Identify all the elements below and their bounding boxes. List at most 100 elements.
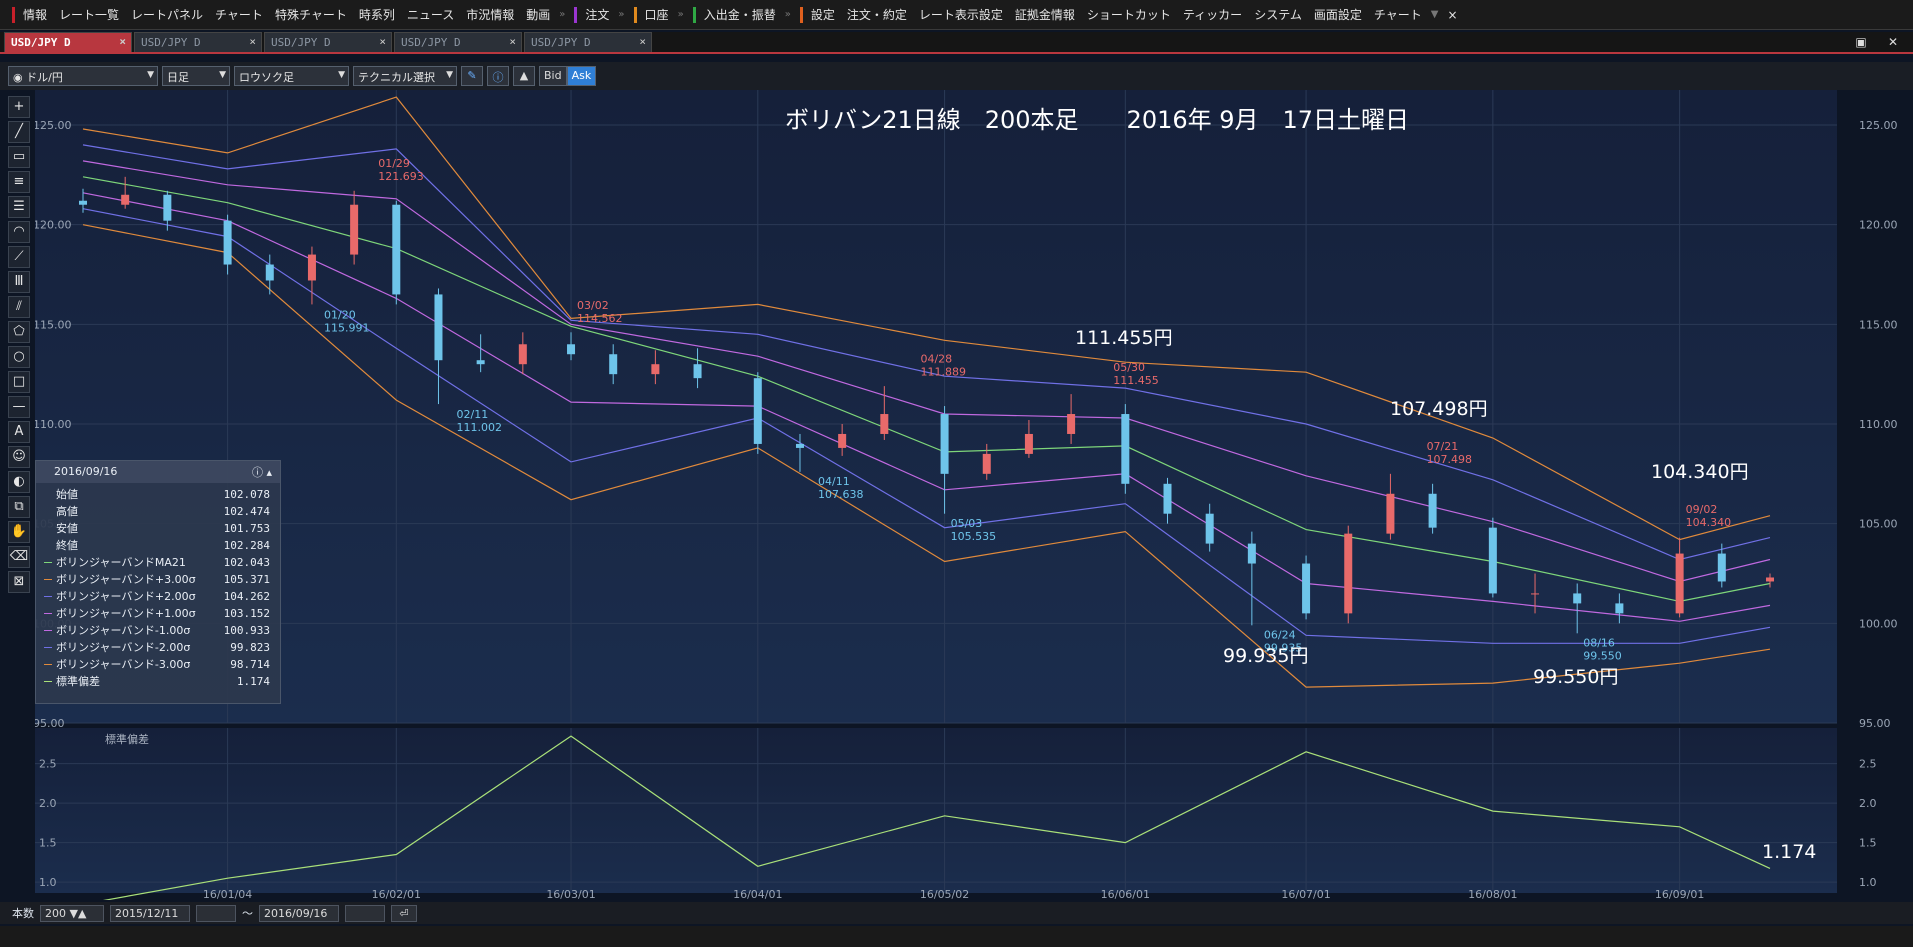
tab-chart-5[interactable]: USD/JPY D × [524,32,652,52]
channel-icon[interactable]: ⫽ [8,296,30,318]
menu-more-icon[interactable]: » [675,9,687,20]
fibonacci-lines-icon[interactable]: ☰ [8,196,30,218]
menu-account[interactable]: 口座 [639,0,675,29]
candle-body [838,433,847,448]
erase-all-icon[interactable]: ⊠ [8,571,30,593]
hand-icon[interactable]: ✋ [8,521,30,543]
pencil-icon[interactable]: ✎ [461,66,483,86]
technical-select[interactable]: テクニカル選択 [353,66,457,86]
ask-button[interactable]: Ask [566,66,597,86]
info-row-value: 100.933 [223,624,270,637]
bar-count-field[interactable]: 200 ▼▲ [40,904,104,922]
candle-body [223,220,232,265]
chart-type-select[interactable]: ロウソク足 [234,66,349,86]
candle-body [1302,563,1311,614]
menu-special-chart[interactable]: 特殊チャート [269,0,353,29]
menu-rate-panel[interactable]: レートパネル [125,0,209,29]
to-time-field[interactable] [345,904,385,922]
menu-screen-settings[interactable]: 画面設定 [1308,0,1368,29]
copy-icon[interactable]: ⧉ [8,496,30,518]
vertical-lines-icon[interactable]: Ⅲ [8,271,30,293]
menu-more-icon[interactable]: » [615,9,627,20]
chart-area[interactable]: 125.00 125.00 120.00 120.00 115.00 115.00 110.… [33,90,1907,905]
menu-system[interactable]: システム [1248,0,1308,29]
tab-chart-1[interactable]: USD/JPY D × [4,32,132,52]
menu-margin-info[interactable]: 証拠金情報 [1009,0,1081,29]
gann-fan-icon[interactable]: ⟋ [8,246,30,268]
from-date-field[interactable]: 2015/12/11 [110,904,190,922]
technical-value: テクニカル選択 [358,71,435,84]
menu-rate-list[interactable]: レート一覧 [53,0,125,29]
smiley-icon[interactable]: ☺ [8,446,30,468]
period-select[interactable]: 日足 [162,66,230,86]
close-icon[interactable]: × [639,35,646,48]
fan-icon[interactable]: ◠ [8,221,30,243]
menu-settings[interactable]: 設定 [805,0,841,29]
x-tick-label: 16/09/01 [1655,888,1704,900]
info-row-label: ボリンジャーバンド-1.00σ [44,622,210,639]
chevron-down-icon[interactable]: ▼ [70,907,78,920]
menu-chart[interactable]: チャート [209,0,269,29]
info-row: 高値 102.474 [36,503,280,520]
return-icon[interactable]: ⏎ [391,904,417,922]
close-icon[interactable]: × [379,35,386,48]
menu-more-icon[interactable]: » [556,9,568,20]
close-icon[interactable]: × [119,35,126,48]
horizontal-lines-icon[interactable]: ≡ [8,171,30,193]
tab-chart-2[interactable]: USD/JPY D × [134,32,262,52]
menu-shortcut[interactable]: ショートカット [1081,0,1177,29]
candle-body [1675,553,1684,614]
menu-order-execution[interactable]: 注文・約定 [841,0,913,29]
close-icon[interactable]: × [509,35,516,48]
eraser-icon[interactable]: ⌫ [8,546,30,568]
circle-icon[interactable]: ○ [8,346,30,368]
menu-video[interactable]: 動画 [520,0,556,29]
tab-chart-4[interactable]: USD/JPY D × [394,32,522,52]
y-tick-label-right: 115.00 [1859,318,1898,331]
area-chart-icon[interactable]: ▲ [513,66,535,86]
x-tick-label: 16/07/01 [1281,888,1330,900]
menu-info[interactable]: 情報 [17,0,53,29]
close-icon[interactable]: × [1441,0,1463,29]
menu-market-info[interactable]: 市況情報 [460,0,520,29]
rectangle-icon[interactable]: □ [8,371,30,393]
tab-chart-3[interactable]: USD/JPY D × [264,32,392,52]
y-tick-label-left: 125.00 [35,119,72,132]
candle-body [940,414,949,474]
menu-chart-settings[interactable]: チャート [1368,0,1428,29]
magnet-icon[interactable]: ◐ [8,471,30,493]
maximize-icon[interactable]: ▣ [1852,35,1870,50]
bid-button[interactable]: Bid [539,66,567,86]
chevron-down-icon[interactable]: ▼ [1428,9,1442,20]
crosshair-icon[interactable]: + [8,96,30,118]
horizontal-line-icon[interactable]: — [8,396,30,418]
trendline-icon[interactable]: ╱ [8,121,30,143]
status-bar [0,926,1913,947]
candle-body [265,264,274,281]
info-toggle-icon[interactable]: ⓘ ▴ [252,464,272,480]
close-icon[interactable]: ✕ [1884,35,1902,50]
menu-order[interactable]: 注文 [579,0,615,29]
ruler-icon[interactable]: ▭ [8,146,30,168]
from-time-field[interactable] [196,904,236,922]
annotation-date: 01/29 [378,157,410,170]
menu-news[interactable]: ニュース [401,0,460,29]
x-tick-label: 16/04/01 [733,888,782,900]
currency-pair-select[interactable]: ◉ ドル/円 [8,66,158,86]
pentagon-icon[interactable]: ⬠ [8,321,30,343]
to-date-field[interactable]: 2016/09/16 [259,904,339,922]
info-row-label: 終値 [44,537,210,554]
menu-deposit-transfer[interactable]: 入出金・振替 [698,0,782,29]
info-icon[interactable]: ⓘ [487,66,509,86]
text-icon[interactable]: A [8,421,30,443]
chart-svg[interactable]: 125.00 125.00 120.00 120.00 115.00 115.00 110.… [33,90,1907,905]
info-panel-header[interactable]: 2016/09/16 ⓘ ▴ [36,461,280,483]
menu-timeseries[interactable]: 時系列 [353,0,401,29]
candle-body [163,194,172,221]
menu-rate-display[interactable]: レート表示設定 [913,0,1009,29]
annotation-value: 104.340 [1686,516,1732,529]
menu-ticker[interactable]: ティッカー [1177,0,1248,29]
chevron-up-icon[interactable]: ▲ [78,907,86,920]
close-icon[interactable]: × [249,35,256,48]
menu-more-icon[interactable]: » [782,9,794,20]
